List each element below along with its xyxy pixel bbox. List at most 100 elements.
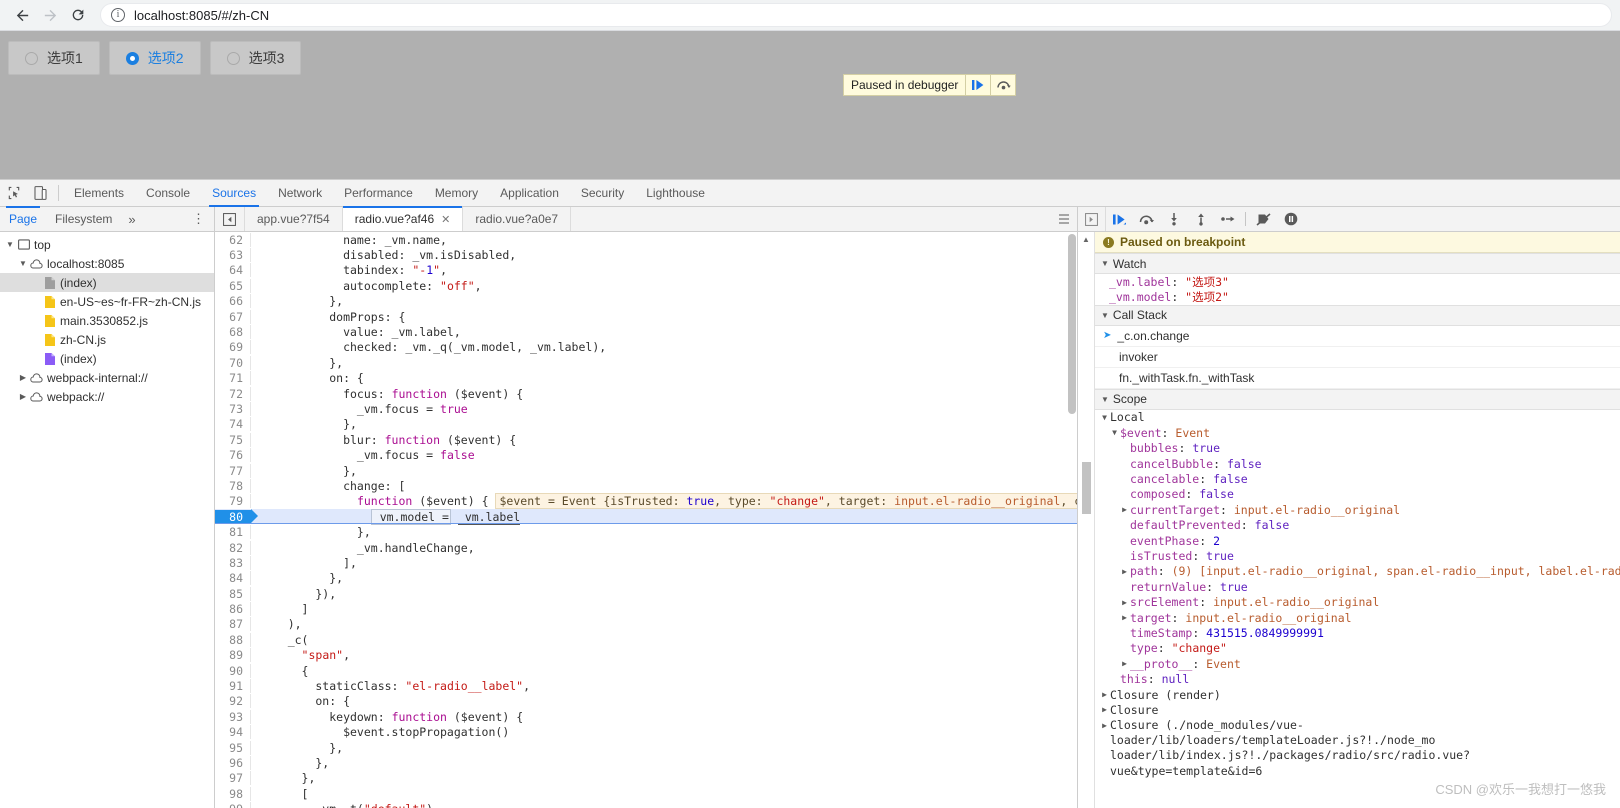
address-bar[interactable]: i localhost:8085/#/zh-CN — [100, 3, 1612, 27]
file-tree-item[interactable]: ▼ localhost:8085 — [0, 254, 214, 273]
code-line[interactable]: 93 keydown: function ($event) { — [215, 709, 1077, 724]
editor-tab-radio-vue-a0e7[interactable]: radio.vue?a0e7 — [463, 207, 572, 231]
file-tree-item[interactable]: zh-CN.js — [0, 330, 214, 349]
line-number[interactable]: 79 — [215, 494, 251, 509]
call-stack-frame[interactable]: ➤ _c.on.change — [1095, 326, 1620, 347]
file-tree-item[interactable]: (index) — [0, 273, 214, 292]
editor-tab-app-vue[interactable]: app.vue?7f54 — [245, 207, 343, 231]
line-number[interactable]: 78 — [215, 478, 251, 493]
scope-group-closure[interactable]: ▶ Closure (render) — [1095, 687, 1620, 702]
call-stack-frame[interactable]: fn._withTask.fn._withTask — [1095, 368, 1620, 389]
reload-button[interactable] — [64, 1, 92, 29]
scope-group-local[interactable]: ▼ Local — [1095, 410, 1620, 425]
tab-elements[interactable]: Elements — [63, 180, 135, 206]
code-line[interactable]: 73 _vm.focus = true — [215, 401, 1077, 416]
scope-var-event[interactable]: ▼ $event: Event — [1095, 425, 1620, 440]
code-line[interactable]: 75 blur: function ($event) { — [215, 432, 1077, 447]
scope-property[interactable]: type: "change" — [1095, 641, 1620, 656]
line-number[interactable]: 96 — [215, 755, 251, 770]
code-line[interactable]: 78 change: [ — [215, 478, 1077, 493]
scope-property[interactable]: isTrusted: true — [1095, 548, 1620, 563]
editor-tab-radio-vue-af46[interactable]: radio.vue?af46 ✕ — [342, 206, 464, 231]
line-number[interactable]: 80 — [215, 509, 251, 524]
line-number[interactable]: 93 — [215, 709, 251, 724]
line-number[interactable]: 77 — [215, 463, 251, 478]
code-line[interactable]: 66 }, — [215, 294, 1077, 309]
code-line[interactable]: 98 [ — [215, 786, 1077, 801]
call-stack-frame[interactable]: invoker — [1095, 347, 1620, 368]
chevron-right-icon[interactable]: ▶ — [1119, 659, 1130, 668]
deactivate-breakpoints-button[interactable] — [1250, 207, 1277, 231]
line-number[interactable]: 74 — [215, 417, 251, 432]
line-number[interactable]: 89 — [215, 648, 251, 663]
code-line[interactable]: 89 "span", — [215, 648, 1077, 663]
navigator-more-options-icon[interactable]: ⋮ — [183, 207, 214, 231]
editor-scrollbar[interactable] — [1068, 234, 1076, 414]
line-number[interactable]: 71 — [215, 371, 251, 386]
show-navigator-button[interactable] — [215, 207, 245, 231]
tab-security[interactable]: Security — [570, 180, 635, 206]
step-into-button[interactable] — [1160, 207, 1187, 231]
scope-group-closure[interactable]: ▶ Closure (./node_modules/vue-loader/lib/… — [1095, 718, 1620, 780]
line-number[interactable]: 82 — [215, 540, 251, 555]
code-line[interactable]: 74 }, — [215, 417, 1077, 432]
code-line[interactable]: 86 ] — [215, 601, 1077, 617]
scope-property[interactable]: returnValue: true — [1095, 579, 1620, 594]
section-header-watch[interactable]: ▼ Watch — [1095, 253, 1620, 274]
file-tree-item[interactable]: en-US~es~fr-FR~zh-CN.js — [0, 292, 214, 311]
code-line[interactable]: 97 }, — [215, 771, 1077, 786]
device-toolbar-button[interactable] — [27, 180, 54, 206]
chevron-down-icon[interactable]: ▼ — [1099, 413, 1110, 422]
file-tree-item[interactable]: ▶ webpack:// — [0, 387, 214, 406]
nav-tab-filesystem[interactable]: Filesystem — [46, 207, 121, 231]
code-line[interactable]: 81 }, — [215, 524, 1077, 540]
watch-item[interactable]: _vm.model: "选项2" — [1095, 289, 1620, 304]
info-icon[interactable]: i — [111, 8, 125, 22]
code-line[interactable]: 99 _vm._t("default"), — [215, 801, 1077, 808]
chevron-down-icon[interactable]: ▼ — [1109, 428, 1120, 437]
code-line[interactable]: 83 ], — [215, 555, 1077, 570]
banner-resume-button[interactable] — [965, 75, 990, 95]
code-line[interactable]: 76 _vm.focus = false — [215, 447, 1077, 463]
tab-performance[interactable]: Performance — [333, 180, 424, 206]
nav-more-tabs-button[interactable]: » — [121, 207, 142, 231]
scrollbar-thumb[interactable] — [1082, 462, 1091, 514]
close-icon[interactable]: ✕ — [441, 213, 450, 226]
code-line[interactable]: 96 }, — [215, 755, 1077, 770]
code-line[interactable]: 82 _vm.handleChange, — [215, 540, 1077, 555]
scroll-up-icon[interactable]: ▲ — [1082, 235, 1090, 244]
chevron-right-icon[interactable]: ▶ — [1119, 567, 1130, 576]
chevron-right-icon[interactable]: ▶ — [17, 368, 29, 387]
line-number[interactable]: 85 — [215, 586, 251, 601]
tab-sources[interactable]: Sources — [201, 180, 267, 207]
code-line[interactable]: 71 on: { — [215, 371, 1077, 386]
scope-property[interactable]: ▶ target: input.el-radio__original — [1095, 610, 1620, 625]
line-number[interactable]: 83 — [215, 555, 251, 570]
code-line[interactable]: 84 }, — [215, 571, 1077, 586]
line-number[interactable]: 72 — [215, 386, 251, 401]
code-line[interactable]: 68 value: _vm.label, — [215, 324, 1077, 340]
chevron-right-icon[interactable]: ▶ — [17, 387, 29, 406]
chevron-right-icon[interactable]: ▶ — [1119, 598, 1130, 607]
code-line[interactable]: 72 focus: function ($event) { — [215, 386, 1077, 401]
line-number[interactable]: 63 — [215, 248, 251, 263]
tab-lighthouse[interactable]: Lighthouse — [635, 180, 716, 206]
line-number[interactable]: 65 — [215, 278, 251, 293]
line-number[interactable]: 81 — [215, 525, 251, 540]
line-number[interactable]: 97 — [215, 771, 251, 786]
file-tree-item[interactable]: ▼ top — [0, 235, 214, 254]
code-line[interactable]: 91 staticClass: "el-radio__label", — [215, 678, 1077, 694]
tab-network[interactable]: Network — [267, 180, 333, 206]
resume-button[interactable] — [1106, 207, 1133, 231]
inspect-element-button[interactable] — [0, 180, 27, 206]
line-number[interactable]: 70 — [215, 355, 251, 370]
chevron-right-icon[interactable]: ▶ — [1119, 613, 1130, 622]
code-line[interactable]: 79 function ($event) {$event = Event {is… — [215, 493, 1077, 510]
chevron-right-icon[interactable]: ▶ — [1099, 705, 1110, 714]
line-number[interactable]: 84 — [215, 571, 251, 586]
line-number[interactable]: 64 — [215, 263, 251, 278]
section-header-call-stack[interactable]: ▼ Call Stack — [1095, 304, 1620, 326]
line-number[interactable]: 67 — [215, 309, 251, 324]
tab-console[interactable]: Console — [135, 180, 201, 206]
step-button[interactable] — [1214, 207, 1241, 231]
